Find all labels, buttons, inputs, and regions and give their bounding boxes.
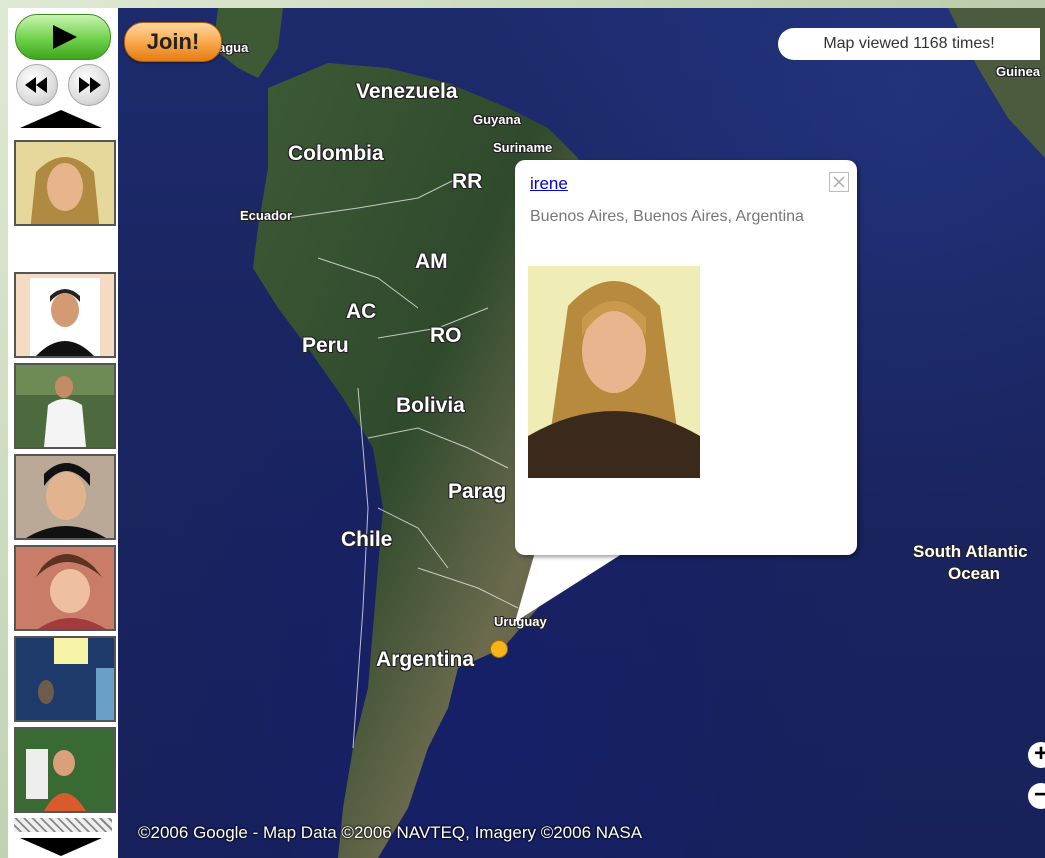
user-thumbnail-8-partial[interactable] <box>14 818 112 832</box>
play-button[interactable] <box>15 14 111 60</box>
map-label-ro: RO <box>430 324 462 347</box>
location-marker[interactable] <box>490 640 508 658</box>
view-counter: Map viewed 1168 times! <box>778 28 1040 60</box>
user-thumbnail-1[interactable] <box>14 140 116 226</box>
fast-forward-button[interactable] <box>68 64 110 106</box>
map-copyright: ©2006 Google - Map Data ©2006 NAVTEQ, Im… <box>138 823 643 842</box>
map-label-south-atlantic: South Atlantic <box>913 542 1028 561</box>
user-name-link[interactable]: irene <box>530 174 568 194</box>
map-label-colombia: Colombia <box>288 142 384 165</box>
scroll-down-arrow-icon[interactable] <box>20 838 102 856</box>
user-thumbnail-4[interactable] <box>14 454 116 540</box>
map-label-ac: AC <box>346 300 377 323</box>
map-label-nicaragua: agua <box>218 40 249 55</box>
map-label-ocean: Ocean <box>948 564 1000 583</box>
user-thumbnail-2[interactable] <box>14 272 116 358</box>
map-label-am: AM <box>415 250 448 273</box>
user-photo <box>528 266 700 478</box>
map-label-suriname: Suriname <box>493 140 553 155</box>
user-location: Buenos Aires, Buenos Aires, Argentina <box>530 208 804 225</box>
user-thumbnail-3[interactable] <box>14 363 116 449</box>
user-thumbnail-7[interactable] <box>14 727 116 813</box>
map-label-guyana: Guyana <box>473 112 521 127</box>
scroll-up-arrow-icon[interactable] <box>20 110 102 128</box>
map-label-bolivia: Bolivia <box>396 394 465 417</box>
join-button[interactable]: Join! <box>124 22 222 62</box>
map-label-guinea: Guinea <box>996 64 1041 79</box>
map-label-rr: RR <box>452 170 483 193</box>
map-label-venezuela: Venezuela <box>356 80 458 103</box>
map-label-ecuador: Ecuador <box>240 208 293 223</box>
close-icon[interactable] <box>829 172 849 192</box>
rewind-button[interactable] <box>16 64 58 106</box>
user-thumbnail-5[interactable] <box>14 545 116 631</box>
user-thumbnail-6[interactable] <box>14 636 116 722</box>
info-window-tail <box>515 552 625 622</box>
map-label-peru: Peru <box>302 334 349 357</box>
map-label-paraguay: Parag <box>448 480 507 503</box>
map-label-argentina: Argentina <box>376 648 475 671</box>
map-label-chile: Chile <box>341 528 393 551</box>
